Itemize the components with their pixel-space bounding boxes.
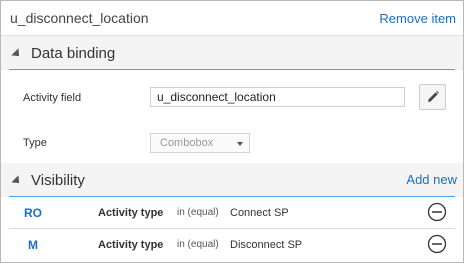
rule-code[interactable]: RO bbox=[24, 206, 42, 220]
remove-circle-icon[interactable] bbox=[427, 234, 447, 254]
collapse-caret-icon[interactable] bbox=[11, 48, 23, 60]
rule-operator: in (equal) bbox=[177, 239, 219, 250]
data-binding-section-header[interactable]: Data binding bbox=[1, 36, 463, 70]
type-label: Type bbox=[23, 137, 47, 149]
add-new-link[interactable]: Add new bbox=[406, 172, 457, 187]
properties-panel: u_disconnect_location Remove item Data b… bbox=[0, 0, 464, 263]
rule-field: Activity type bbox=[98, 207, 164, 219]
rule-value: Connect SP bbox=[230, 207, 289, 219]
visibility-rule-row: RO Activity type in (equal) Connect SP bbox=[1, 197, 463, 229]
activity-field-input[interactable] bbox=[150, 87, 405, 107]
edit-field-button[interactable] bbox=[419, 84, 446, 110]
section-title-visibility: Visibility bbox=[31, 172, 85, 189]
type-select-value: Combobox bbox=[160, 137, 214, 149]
item-title: u_disconnect_location bbox=[10, 10, 149, 26]
collapse-caret-icon[interactable] bbox=[11, 175, 23, 187]
rule-operator: in (equal) bbox=[177, 207, 219, 218]
activity-field-label: Activity field bbox=[23, 92, 82, 104]
pencil-icon bbox=[428, 91, 439, 102]
dropdown-arrow-icon bbox=[237, 142, 243, 146]
rule-code[interactable]: M bbox=[28, 238, 38, 252]
rule-value: Disconnect SP bbox=[230, 239, 303, 251]
visibility-section-header[interactable]: Visibility Add new bbox=[1, 163, 463, 197]
remove-item-link[interactable]: Remove item bbox=[379, 11, 456, 26]
section-divider bbox=[9, 69, 455, 70]
remove-circle-icon[interactable] bbox=[427, 202, 447, 222]
type-select[interactable]: Combobox bbox=[150, 133, 250, 153]
panel-header: u_disconnect_location Remove item bbox=[1, 1, 463, 36]
rule-field: Activity type bbox=[98, 239, 164, 251]
section-title-data-binding: Data binding bbox=[31, 45, 116, 62]
visibility-rule-row: M Activity type in (equal) Disconnect SP bbox=[1, 229, 463, 261]
